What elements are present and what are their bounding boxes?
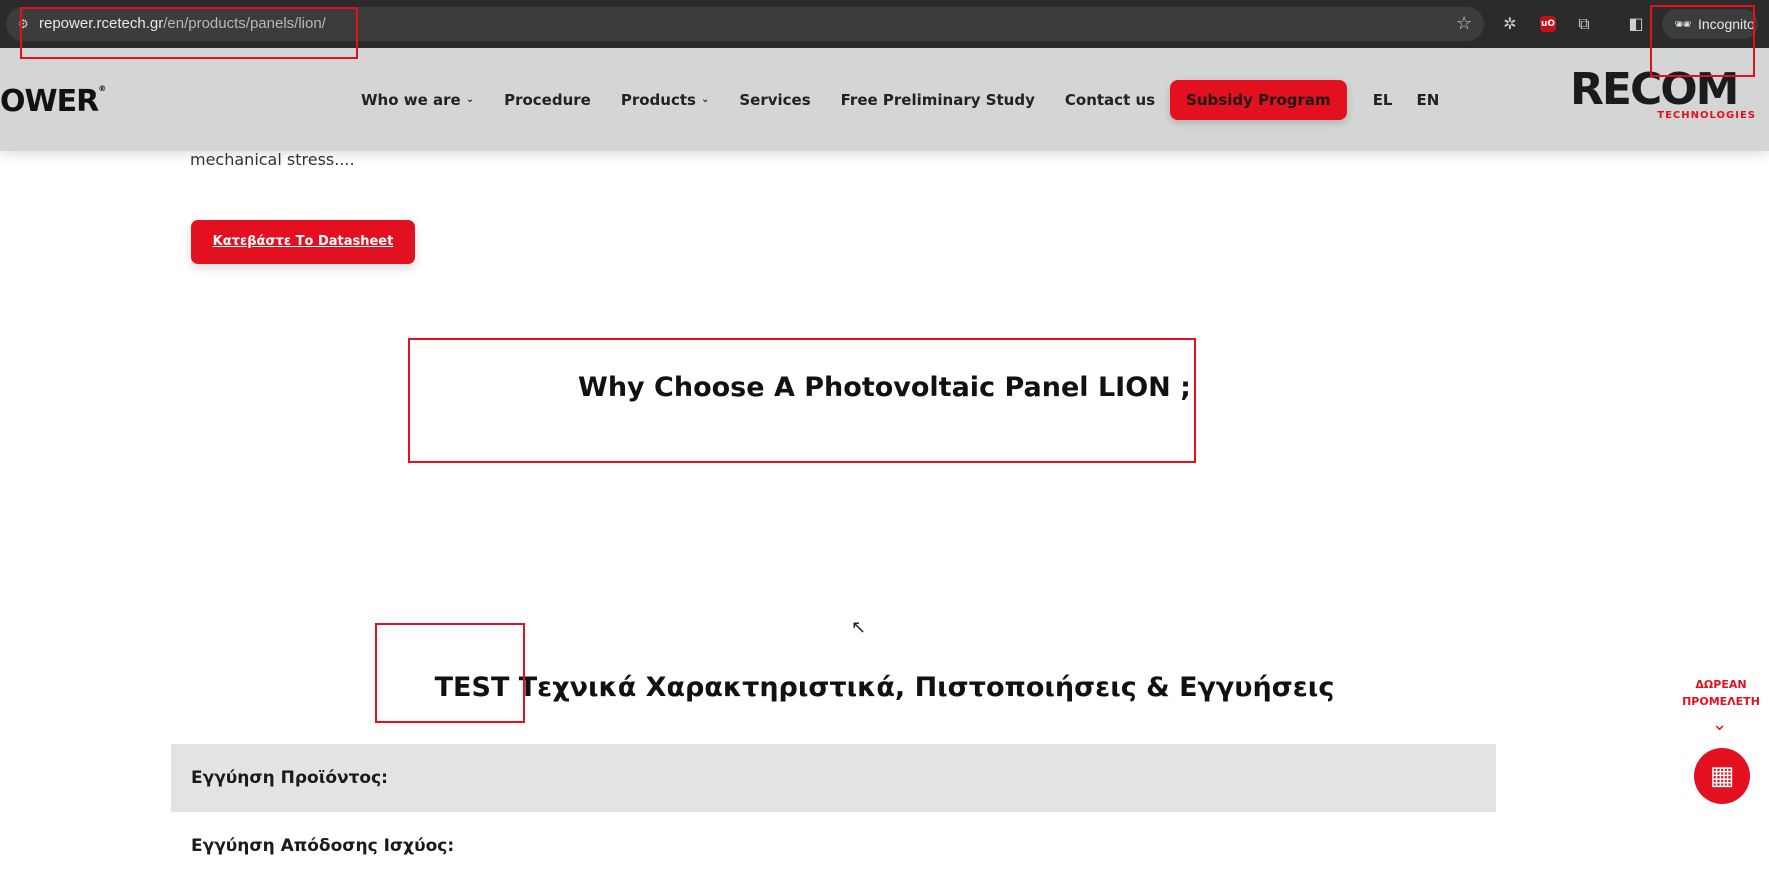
extensions-puzzle-icon[interactable]: ⧉ xyxy=(1574,14,1594,34)
nav-label: Who we are xyxy=(361,90,461,109)
download-datasheet-button[interactable]: Κατεβάστε Το Datasheet xyxy=(191,220,415,264)
nav-label: Products xyxy=(620,90,696,109)
spec-label: Εγγύηση Προϊόντος: xyxy=(191,768,388,788)
nav-products[interactable]: Products ⌄ xyxy=(621,91,710,109)
highlight-box-incognito xyxy=(1650,5,1755,77)
logo-left-text: OWER xyxy=(0,84,99,119)
nav-label: Contact us xyxy=(1064,90,1156,109)
free-study-label[interactable]: ΔΩΡΕΑΝ ΠΡΟΜΕΛΕΤΗ xyxy=(1676,676,1766,710)
bookmark-star-icon[interactable]: ☆ xyxy=(1456,13,1472,34)
nav-label: Free Preliminary Study xyxy=(840,90,1035,109)
chevron-down-icon: ⌄ xyxy=(465,94,475,105)
chevron-down-icon[interactable]: ⌄ xyxy=(1712,714,1727,735)
highlight-box-url xyxy=(20,7,358,59)
highlight-box-why-title xyxy=(408,338,1196,463)
repower-logo[interactable]: OWER® xyxy=(0,84,106,119)
nav-label: Services xyxy=(739,90,811,109)
specs-title-text: TEST Τεχνικά Χαρακτηριστικά, Πιστοποιήσε… xyxy=(434,672,1335,703)
cta-label: Subsidy Program xyxy=(1186,90,1331,109)
main-nav: Who we are ⌄ Procedure Products ⌄ Services… xyxy=(361,48,1463,151)
chevron-down-icon: ⌄ xyxy=(700,94,710,105)
free-study-line2: ΠΡΟΜΕΛΕΤΗ xyxy=(1682,695,1760,708)
spec-row-power-warranty[interactable]: Εγγύηση Απόδοσης Ισχύος: xyxy=(171,812,1496,880)
subsidy-program-button[interactable]: Subsidy Program xyxy=(1170,79,1347,120)
nav-services[interactable]: Services xyxy=(739,91,810,109)
calculator-icon: ▦ xyxy=(1709,761,1735,791)
extension-gear-icon[interactable]: ✲ xyxy=(1500,14,1520,34)
side-panel-icon[interactable]: ◧ xyxy=(1626,14,1646,34)
mouse-cursor-icon: ↖ xyxy=(851,617,867,638)
nav-contact-us[interactable]: Contact us xyxy=(1065,91,1155,109)
ublock-extension-icon[interactable]: uO xyxy=(1540,16,1556,32)
lang-en-link[interactable]: EN xyxy=(1417,91,1440,109)
site-header: OWER® Who we are ⌄ Procedure Products ⌄ Se… xyxy=(0,48,1769,151)
nav-free-preliminary-study[interactable]: Free Preliminary Study xyxy=(841,91,1035,109)
specs-title: TEST Τεχνικά Χαρακτηριστικά, Πιστοποιήσε… xyxy=(0,672,1769,703)
nav-label: Procedure xyxy=(504,90,591,109)
nav-who-we-are[interactable]: Who we are ⌄ xyxy=(361,91,474,109)
intro-text: mechanical stress.... xyxy=(190,150,355,169)
spec-row-product-warranty[interactable]: Εγγύηση Προϊόντος: xyxy=(171,744,1496,812)
highlight-box-test xyxy=(375,623,525,723)
lang-el-link[interactable]: EL xyxy=(1373,91,1393,109)
recom-sub-text: TECHNOLOGIES xyxy=(1657,110,1756,121)
free-study-line1: ΔΩΡΕΑΝ xyxy=(1695,678,1747,691)
nav-procedure[interactable]: Procedure xyxy=(504,91,591,109)
spec-label: Εγγύηση Απόδοσης Ισχύος: xyxy=(191,836,455,856)
calculator-button[interactable]: ▦ xyxy=(1694,748,1750,804)
